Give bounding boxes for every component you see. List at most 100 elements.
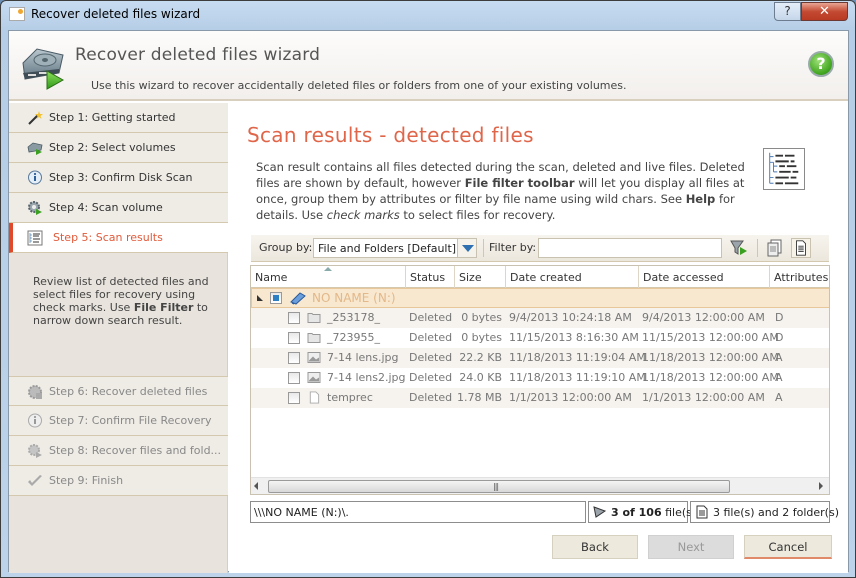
cell-status: Deleted bbox=[409, 311, 453, 324]
close-button[interactable]: ✕ bbox=[801, 2, 848, 21]
scroll-right-icon[interactable] bbox=[819, 482, 823, 490]
volume-name: NO NAME (N:) bbox=[312, 291, 396, 305]
cell-size: 22.2 KB bbox=[459, 351, 502, 364]
filter-input[interactable] bbox=[538, 238, 722, 258]
step-label: Step 1: Getting started bbox=[49, 111, 176, 124]
cell-attributes: A bbox=[775, 351, 783, 364]
row-checkbox[interactable] bbox=[288, 392, 300, 404]
page-title: Scan results - detected files bbox=[247, 123, 534, 147]
group-by-label: Group by: bbox=[259, 241, 313, 254]
table-row[interactable]: 7-14 lens.jpg Deleted 22.2 KB 11/18/2013 11… bbox=[251, 348, 829, 368]
steps-sidebar: Step 1: Getting started Step 2: Select v… bbox=[9, 103, 228, 573]
table-row[interactable]: 7-14 lens2.jpg Deleted 24.0 KB 11/18/2013 1… bbox=[251, 368, 829, 388]
app-icon bbox=[9, 7, 25, 21]
folder-icon bbox=[307, 311, 321, 324]
step-label: Step 4: Scan volume bbox=[49, 201, 163, 214]
next-button[interactable]: Next bbox=[648, 535, 734, 559]
sort-ascending-icon bbox=[324, 267, 332, 271]
scroll-left-icon[interactable] bbox=[254, 482, 258, 490]
sidebar-step-2[interactable]: Step 2: Select volumes bbox=[9, 133, 228, 163]
cell-status: Deleted bbox=[409, 371, 453, 384]
folder-icon bbox=[307, 331, 321, 344]
titlebar-help-button[interactable]: ? bbox=[774, 2, 801, 21]
cell-date-created: 11/18/2013 11:19:10 AM bbox=[509, 371, 646, 384]
column-header-row: Name Status Size Date created Date acces… bbox=[251, 266, 829, 288]
step-label: Step 3: Confirm Disk Scan bbox=[49, 171, 193, 184]
table-row[interactable]: temprec Deleted 1.78 MB 1/1/2013 12:00:00 A… bbox=[251, 388, 829, 408]
volume-checkbox[interactable] bbox=[270, 292, 282, 304]
help-icon[interactable]: ? bbox=[808, 51, 834, 77]
cell-size: 0 bytes bbox=[461, 311, 502, 324]
row-checkbox[interactable] bbox=[288, 332, 300, 344]
wand-icon bbox=[28, 111, 43, 125]
image-file-icon bbox=[307, 371, 321, 384]
volume-row[interactable]: NO NAME (N:) bbox=[251, 288, 829, 308]
horizontal-scrollbar[interactable]: ||| bbox=[251, 477, 829, 494]
sidebar-step-5[interactable]: Step 5: Scan results bbox=[9, 223, 228, 253]
page-description: Scan result contains all files detected … bbox=[256, 160, 745, 222]
recover-icon bbox=[28, 385, 42, 399]
cell-date-created: 11/15/2013 8:16:30 AM bbox=[509, 331, 639, 344]
toolbar-divider bbox=[757, 239, 758, 257]
wizard-window: Recover deleted files wizard ? ✕ Recover… bbox=[0, 0, 856, 578]
sidebar-step-1[interactable]: Step 1: Getting started bbox=[9, 103, 228, 133]
wizard-client: Recover deleted files wizard Use this wi… bbox=[8, 30, 849, 573]
collapse-arrow-icon[interactable] bbox=[257, 295, 263, 301]
group-by-select[interactable]: File and Folders [Default] bbox=[313, 238, 477, 258]
file-icon bbox=[307, 391, 321, 404]
cell-date-created: 9/4/2013 10:24:18 AM bbox=[509, 311, 632, 324]
removable-drive-icon bbox=[290, 292, 306, 305]
step-description: Review list of detected files and select… bbox=[33, 275, 209, 327]
cell-date-accessed: 9/4/2013 12:00:00 AM bbox=[642, 311, 765, 324]
column-header-status[interactable]: Status bbox=[406, 266, 455, 288]
back-button[interactable]: Back bbox=[552, 535, 638, 559]
cell-status: Deleted bbox=[409, 391, 453, 404]
wizard-header: Recover deleted files wizard Use this wi… bbox=[9, 31, 848, 101]
column-header-name[interactable]: Name bbox=[251, 266, 406, 288]
apply-filter-icon[interactable] bbox=[729, 238, 749, 258]
table-row[interactable]: _253178_ Deleted 0 bytes 9/4/2013 10:24:18 … bbox=[251, 308, 829, 328]
scrollbar-thumb[interactable]: ||| bbox=[268, 480, 730, 493]
cell-date-accessed: 11/18/2013 12:00:00 AM bbox=[642, 351, 779, 364]
sidebar-step-7: Step 7: Confirm File Recovery bbox=[9, 406, 228, 436]
document-list-icon[interactable] bbox=[791, 238, 811, 258]
sidebar-step-3[interactable]: Step 3: Confirm Disk Scan bbox=[9, 163, 228, 193]
file-list-grid: Name Status Size Date created Date acces… bbox=[250, 265, 830, 495]
cell-name: 7-14 lens2.jpg bbox=[327, 371, 406, 384]
cell-attributes: A bbox=[775, 391, 783, 404]
column-header-size[interactable]: Size bbox=[455, 266, 506, 288]
step-label: Step 8: Recover files and fold... bbox=[49, 444, 222, 457]
info-icon bbox=[28, 170, 42, 185]
selection-summary-status: 3 file(s) and 2 folder(s) bbox=[690, 501, 839, 523]
row-checkbox[interactable] bbox=[288, 372, 300, 384]
row-checkbox[interactable] bbox=[288, 312, 300, 324]
cell-date-created: 1/1/2013 12:00:00 AM bbox=[509, 391, 632, 404]
copy-document-icon[interactable] bbox=[765, 238, 785, 258]
step-label: Step 9: Finish bbox=[49, 474, 124, 487]
table-row[interactable]: _723955_ Deleted 0 bytes 11/15/2013 8:16:30… bbox=[251, 328, 829, 348]
filter-icon bbox=[593, 506, 607, 518]
cell-size: 24.0 KB bbox=[459, 371, 502, 384]
column-header-attributes[interactable]: Attributes bbox=[770, 266, 829, 288]
cell-date-accessed: 11/18/2013 12:00:00 AM bbox=[642, 371, 779, 384]
document-icon bbox=[696, 505, 708, 519]
sidebar-step-4[interactable]: Step 4: Scan volume bbox=[9, 193, 228, 223]
cell-attributes: A bbox=[775, 371, 783, 384]
column-header-date-created[interactable]: Date created bbox=[506, 266, 639, 288]
cancel-button[interactable]: Cancel bbox=[744, 535, 832, 559]
info-icon bbox=[28, 413, 42, 428]
current-path: \\\NO NAME (N:)\. bbox=[250, 501, 586, 523]
cell-size: 0 bytes bbox=[461, 331, 502, 344]
cell-name: _253178_ bbox=[327, 311, 380, 324]
drive-play-icon bbox=[27, 142, 43, 155]
tree-list-icon bbox=[763, 148, 805, 190]
cell-date-created: 11/18/2013 11:19:04 AM bbox=[509, 351, 646, 364]
sidebar-step-9: Step 9: Finish bbox=[9, 466, 228, 496]
cell-name: temprec bbox=[327, 391, 373, 404]
column-header-date-accessed[interactable]: Date accessed bbox=[639, 266, 770, 288]
filter-count-status: 3 of 106 file(s) bbox=[588, 501, 696, 523]
checkmark-icon bbox=[28, 475, 42, 486]
row-checkbox[interactable] bbox=[288, 352, 300, 364]
group-by-dropdown-icon[interactable] bbox=[457, 238, 477, 258]
wizard-title: Recover deleted files wizard bbox=[75, 45, 321, 65]
